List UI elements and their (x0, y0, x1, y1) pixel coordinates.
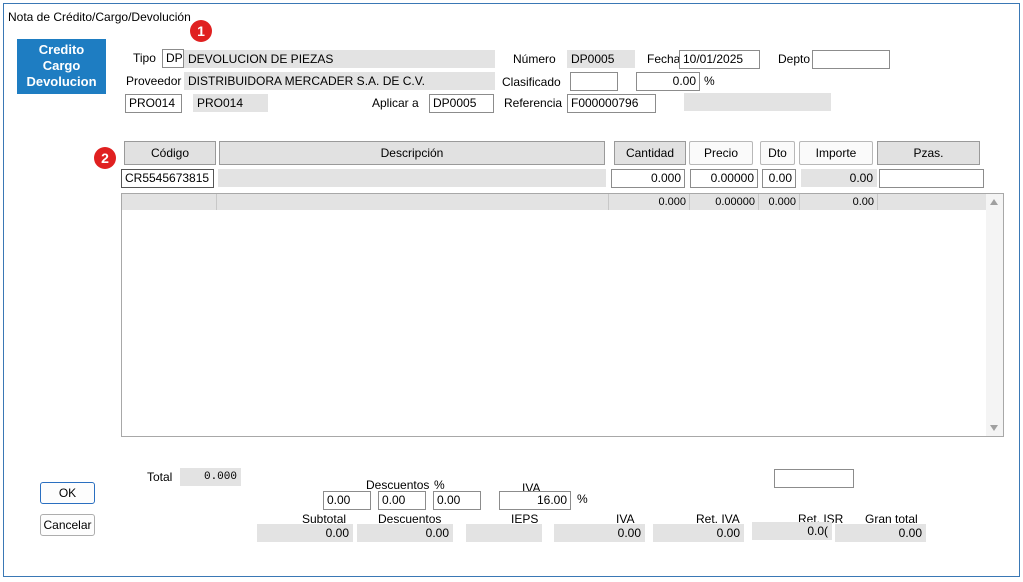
total-value: 0.000 (180, 468, 241, 486)
proveedor-code-field[interactable]: PRO014 (125, 94, 182, 113)
grid-cell-pzas (878, 194, 987, 210)
items-grid[interactable]: 0.000 0.00000 0.000 0.00 (121, 193, 1004, 437)
grid-cell-cantidad: 0.000 (609, 194, 690, 210)
descuentos-pct-symbol: % (434, 478, 445, 492)
iva-pct-symbol: % (577, 492, 588, 506)
descuentos-label: Descuentos (366, 478, 430, 492)
grid-summary-row: 0.000 0.00000 0.000 0.00 (122, 194, 987, 210)
depto-field[interactable] (812, 50, 890, 69)
column-header-cantidad[interactable]: Cantidad (614, 141, 686, 165)
annotation-badge-1: 1 (190, 20, 212, 42)
right-extra-field[interactable] (774, 469, 854, 488)
cancelar-button[interactable]: Cancelar (40, 514, 95, 536)
dto-entry-field[interactable]: 0.00 (762, 169, 796, 188)
referencia-extra (684, 93, 831, 111)
subtotal-value: 0.00 (257, 524, 353, 542)
column-header-dto[interactable]: Dto (760, 141, 795, 165)
descripcion-entry (218, 169, 606, 187)
brand-line-3: Devolucion (26, 74, 97, 89)
precio-entry-field[interactable]: 0.00000 (690, 169, 758, 188)
referencia-field[interactable]: F000000796 (567, 94, 656, 113)
aplicar-label: Aplicar a (372, 96, 419, 110)
clasificado-field[interactable] (570, 72, 618, 91)
fecha-field[interactable]: 10/01/2025 (679, 50, 760, 69)
ieps-value (466, 524, 542, 542)
numero-label: Número (513, 52, 556, 66)
iva-total-value: 0.00 (554, 524, 645, 542)
annotation-badge-2: 2 (94, 147, 116, 169)
scroll-down-icon[interactable] (990, 425, 998, 431)
grid-scrollbar[interactable] (986, 194, 1003, 436)
proveedor-label: Proveedor (126, 74, 182, 88)
clasificado-label: Clasificado (502, 75, 561, 89)
importe-entry: 0.00 (801, 169, 877, 187)
window-title: Nota de Crédito/Cargo/Devolución (8, 10, 191, 24)
document-type-logo: Credito Cargo Devolucion (17, 39, 106, 94)
descuento-1-field[interactable]: 0.00 (323, 491, 371, 510)
tipo-description: DEVOLUCION DE PIEZAS (184, 50, 495, 68)
column-header-precio[interactable]: Precio (689, 141, 753, 165)
aplicar-field[interactable]: DP0005 (429, 94, 494, 113)
tipo-label: Tipo (133, 51, 156, 65)
ok-button[interactable]: OK (40, 482, 95, 504)
numero-value: DP0005 (567, 50, 635, 68)
pzas-entry-field[interactable] (879, 169, 984, 188)
gran-total-value: 0.00 (835, 524, 926, 542)
iva-rate-field[interactable]: 16.00 (499, 491, 571, 510)
descuentos-total-value: 0.00 (357, 524, 453, 542)
proveedor-code-display: PRO014 (193, 94, 268, 112)
grid-cell-dto: 0.000 (759, 194, 800, 210)
depto-label: Depto (778, 52, 811, 66)
descuento-3-field[interactable]: 0.00 (433, 491, 481, 510)
brand-line-1: Credito (38, 42, 85, 57)
referencia-label: Referencia (504, 96, 563, 110)
grid-cell-codigo (122, 194, 217, 210)
scroll-up-icon[interactable] (990, 199, 998, 205)
percentage-field[interactable]: 0.00 (636, 72, 700, 91)
column-header-codigo[interactable]: Código (124, 141, 216, 165)
proveedor-name: DISTRIBUIDORA MERCADER S.A. DE C.V. (184, 72, 495, 90)
brand-line-2: Cargo (42, 58, 81, 73)
codigo-entry-field[interactable]: CR5545673815 (121, 169, 214, 188)
ret-iva-value: 0.00 (653, 524, 744, 542)
ret-isr-value: 0.0( (752, 522, 832, 540)
grid-cell-precio: 0.00000 (690, 194, 759, 210)
descuento-2-field[interactable]: 0.00 (378, 491, 426, 510)
total-label: Total (147, 470, 173, 484)
tipo-code-field[interactable]: DP (162, 49, 184, 68)
percentage-symbol: % (704, 74, 715, 88)
grid-cell-importe: 0.00 (800, 194, 878, 210)
column-header-pzas[interactable]: Pzas. (877, 141, 980, 165)
cantidad-entry-field[interactable]: 0.000 (611, 169, 685, 188)
column-header-descripcion[interactable]: Descripción (219, 141, 605, 165)
grid-cell-descripcion (217, 194, 609, 210)
fecha-label: Fecha (647, 52, 681, 66)
column-header-importe[interactable]: Importe (799, 141, 873, 165)
